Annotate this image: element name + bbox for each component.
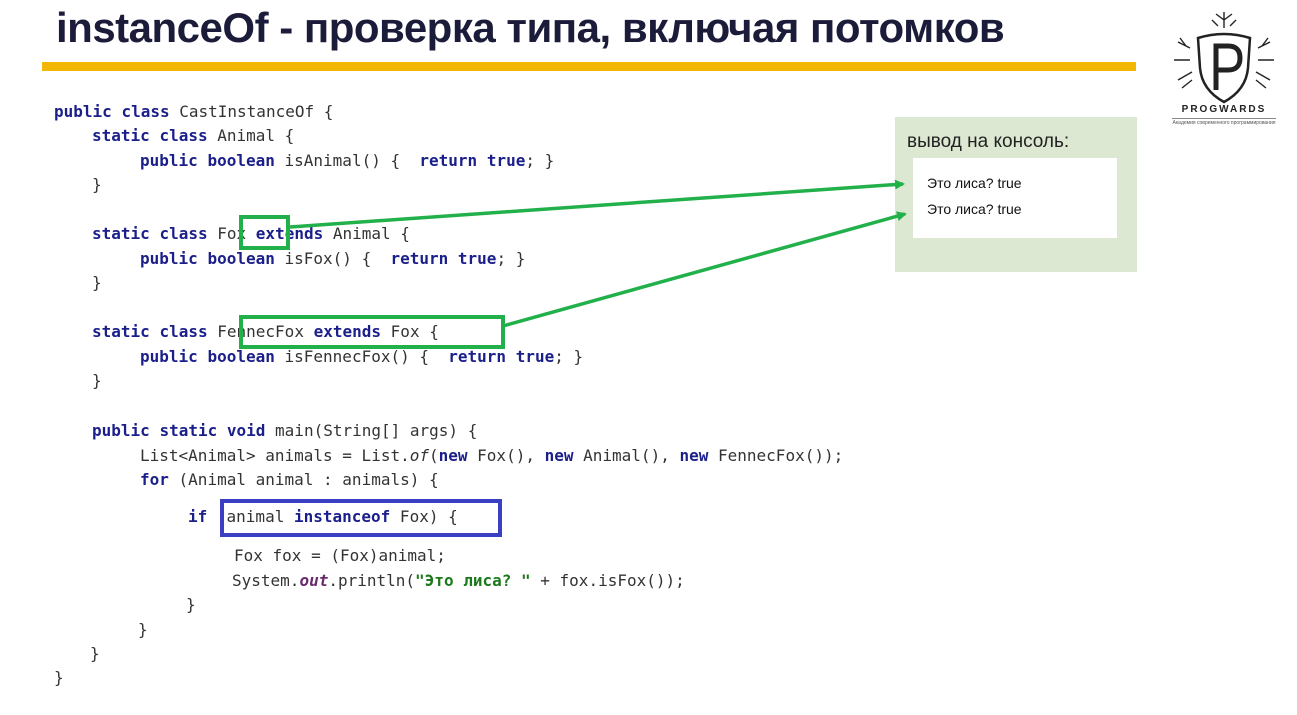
fox-highlight-box: [239, 215, 290, 250]
instanceof-highlight-box: [220, 499, 502, 537]
fox-arrow: [289, 179, 905, 229]
fennecfox-highlight-box: [239, 315, 505, 349]
annotation-overlay: [220, 179, 907, 537]
fennecfox-arrow: [502, 211, 907, 328]
